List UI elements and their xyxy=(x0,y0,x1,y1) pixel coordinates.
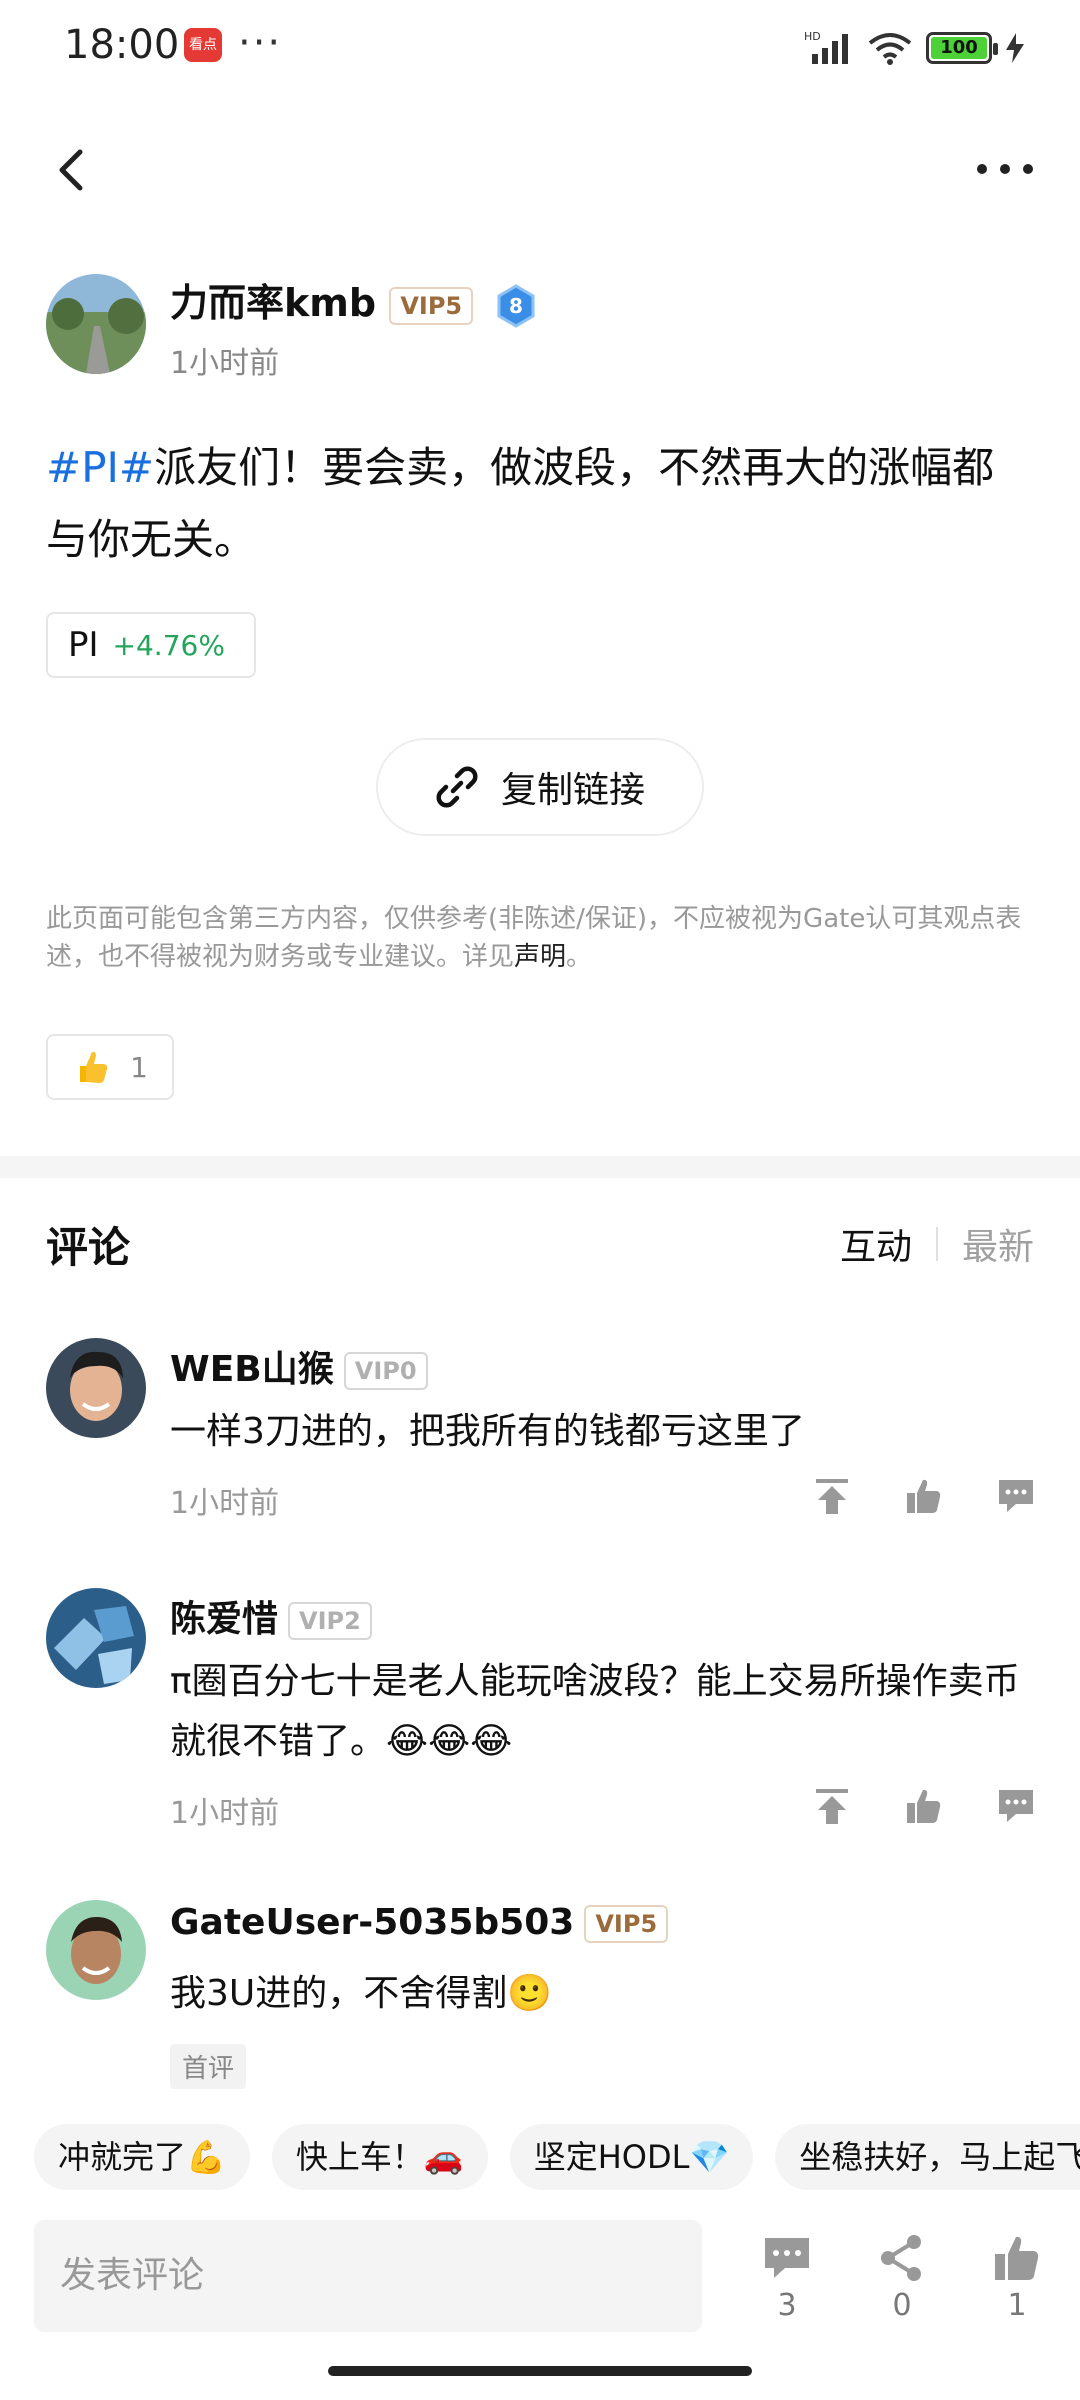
comment-input[interactable]: 发表评论 xyxy=(34,2220,702,2332)
vip-badge: VIP2 xyxy=(288,1602,372,1640)
thumbs-up-emoji-icon xyxy=(80,1051,108,1083)
like-icon[interactable] xyxy=(904,1786,944,1826)
reaction-chip[interactable]: 1 xyxy=(46,1034,174,1100)
home-indicator[interactable] xyxy=(328,2366,752,2376)
thumbs-up-icon xyxy=(995,2236,1039,2280)
svg-text:8: 8 xyxy=(509,294,523,318)
comment-actions xyxy=(812,1786,1036,1826)
post-author: 力而率kmb VIP5 8 1小时前 xyxy=(46,272,1036,382)
comment-text: 我3U进的，不舍得割🙂 xyxy=(170,1973,553,2014)
commenter-name[interactable]: WEB山猴 xyxy=(170,1349,334,1390)
share-button[interactable]: 0 xyxy=(867,2232,937,2323)
comment-item: WEB山猴 VIP0 一样3刀进的，把我所有的钱都亏这里了 1小时前 xyxy=(46,1338,1036,1558)
like-count: 1 xyxy=(1007,2288,1027,2323)
commenter-avatar[interactable] xyxy=(46,1588,146,1688)
share-icon xyxy=(881,2235,921,2281)
vip-badge: VIP5 xyxy=(584,1905,669,1943)
coin-name: PI xyxy=(68,625,99,665)
first-comment-tag: 首评 xyxy=(170,2044,247,2089)
level-badge-icon: 8 xyxy=(497,283,535,328)
reaction-count: 1 xyxy=(130,1050,148,1084)
author-name-row: 力而率kmb VIP5 8 xyxy=(170,272,536,328)
top-nav xyxy=(0,120,1080,220)
comment-text: π圈百分七十是老人能玩啥波段？能上交易所操作卖币就很不错了。😂😂😂 xyxy=(170,1661,1020,1762)
comment-actions xyxy=(812,1476,1036,1516)
reply-icon[interactable] xyxy=(996,1786,1036,1826)
post-time: 1小时前 xyxy=(170,346,280,381)
sort-tab-interactive[interactable]: 互动 xyxy=(840,1218,912,1270)
quick-reply-chip[interactable]: 坐稳扶好，马上起飞 xyxy=(775,2124,1080,2190)
comment-item: 陈爱惜 VIP2 π圈百分七十是老人能玩啥波段？能上交易所操作卖币就很不错了。😂😂… xyxy=(46,1588,1036,1868)
reply-icon[interactable] xyxy=(996,1476,1036,1516)
copy-link-label: 复制链接 xyxy=(500,770,645,811)
post-body: 派友们！要会卖，做波段，不然再大的涨幅都与你无关。 xyxy=(46,443,995,564)
more-notifications-icon: ··· xyxy=(238,20,283,66)
commenter-name[interactable]: GateUser-5035b503 xyxy=(170,1902,574,1943)
commenter-name-row: GateUser-5035b503 VIP5 xyxy=(170,1902,669,1943)
author-name[interactable]: 力而率kmb xyxy=(170,281,376,325)
vip-badge: VIP0 xyxy=(343,1352,428,1390)
pin-top-icon[interactable] xyxy=(812,1476,852,1516)
comment-sort-tabs: 互动 最新 xyxy=(840,1218,1034,1270)
section-divider xyxy=(0,1156,1080,1178)
status-bar: 18:00 看点 ··· HD 100 xyxy=(0,0,1080,96)
comment-text: 一样3刀进的，把我所有的钱都亏这里了 xyxy=(170,1411,805,1452)
link-icon xyxy=(436,766,478,808)
comments-title: 评论 xyxy=(46,1223,131,1272)
comment-time: 1小时前 xyxy=(170,1796,280,1831)
like-icon[interactable] xyxy=(904,1476,944,1516)
post-content: #PI#派友们！要会卖，做波段，不然再大的涨幅都与你无关。 xyxy=(46,432,1036,576)
charging-icon xyxy=(1006,33,1024,63)
commenter-avatar[interactable] xyxy=(46,1900,146,2000)
commenter-avatar[interactable] xyxy=(46,1338,146,1438)
comment-time: 1小时前 xyxy=(170,1486,280,1521)
commenter-name[interactable]: 陈爱惜 xyxy=(170,1599,278,1640)
svg-text:HD: HD xyxy=(804,30,821,43)
quick-reply-chip[interactable]: 坚定HODL💎 xyxy=(509,2124,754,2190)
coin-change: +4.76% xyxy=(112,628,225,662)
sort-separator xyxy=(935,1227,938,1261)
battery-icon: 100 xyxy=(926,32,998,64)
pin-top-icon[interactable] xyxy=(812,1786,852,1826)
status-time: 18:00 xyxy=(64,22,180,68)
comments-button[interactable]: 3 xyxy=(752,2232,822,2323)
author-avatar[interactable] xyxy=(46,274,146,374)
back-icon[interactable] xyxy=(44,140,104,200)
disclaimer-link[interactable]: 声明 xyxy=(514,942,566,972)
bottom-actions: 3 0 1 xyxy=(752,2232,1052,2323)
like-button[interactable]: 1 xyxy=(982,2232,1052,2323)
quick-reply-row: 冲就完了💪 快上车！🚗 坚定HODL💎 坐稳扶好，马上起飞 xyxy=(34,2124,1080,2190)
commenter-name-row: WEB山猴 VIP0 xyxy=(170,1340,428,1392)
commenter-name-row: 陈爱惜 VIP2 xyxy=(170,1590,372,1642)
share-count: 0 xyxy=(892,2288,912,2323)
comment-icon xyxy=(765,2238,809,2278)
wifi-icon xyxy=(868,33,912,65)
quick-reply-chip[interactable]: 冲就完了💪 xyxy=(34,2124,250,2190)
sort-tab-latest[interactable]: 最新 xyxy=(962,1218,1034,1270)
comment-count: 3 xyxy=(777,2288,797,2323)
comment-item: GateUser-5035b503 VIP5 我3U进的，不舍得割🙂 首评 xyxy=(46,1900,1036,2100)
quick-reply-chip[interactable]: 快上车！🚗 xyxy=(271,2124,488,2190)
signal-icon: HD xyxy=(804,30,848,64)
app-notification-icon: 看点 xyxy=(184,28,222,62)
hashtag-link[interactable]: #PI# xyxy=(46,443,154,492)
coin-tag[interactable]: PI +4.76% xyxy=(46,612,256,678)
copy-link-button[interactable]: 复制链接 xyxy=(376,738,704,836)
disclaimer-end: 。 xyxy=(566,942,593,972)
disclaimer: 此页面可能包含第三方内容，仅供参考(非陈述/保证)，不应被视为Gate认可其观点… xyxy=(46,900,1036,976)
more-options-icon[interactable] xyxy=(970,144,1040,194)
vip-badge: VIP5 xyxy=(389,286,474,325)
